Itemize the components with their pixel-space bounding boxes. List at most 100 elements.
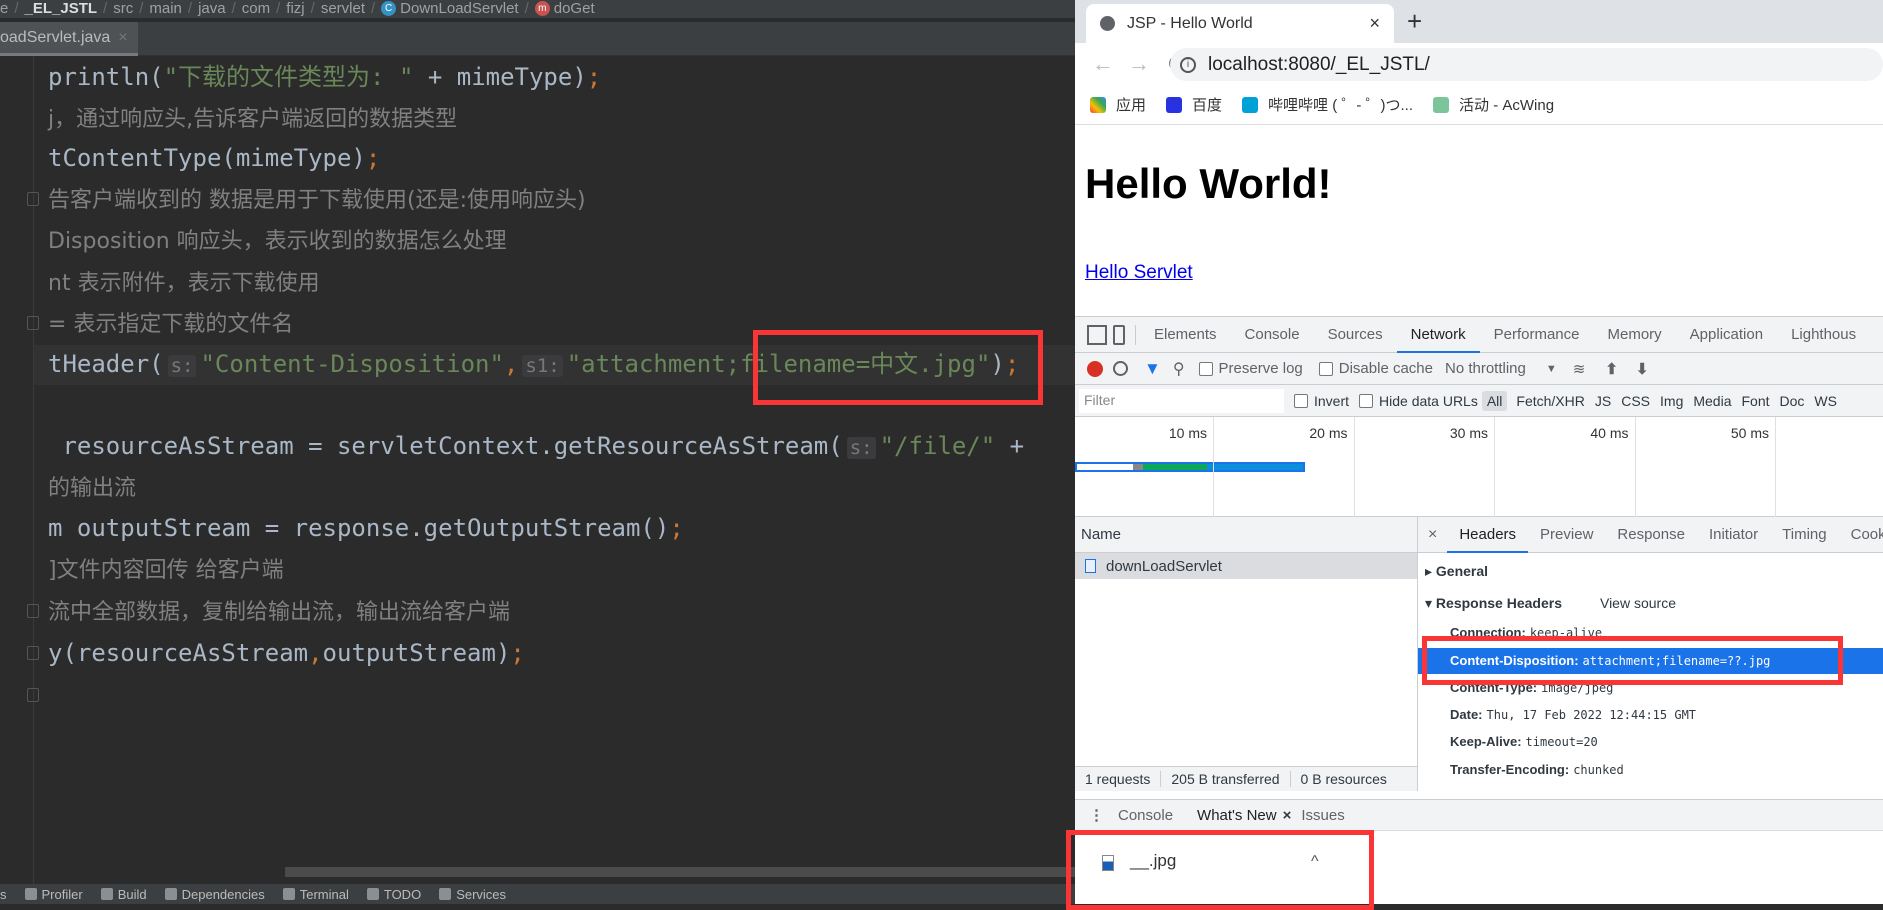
close-icon[interactable]: × bbox=[1283, 807, 1292, 824]
filter-type-ws[interactable]: WS bbox=[1809, 391, 1842, 411]
preserve-log-checkbox[interactable] bbox=[1199, 362, 1213, 376]
fold-icon[interactable] bbox=[27, 646, 39, 660]
filter-type-all[interactable]: All bbox=[1482, 391, 1508, 411]
toolwindow-dependencies[interactable]: Dependencies bbox=[165, 887, 265, 902]
toolwindow-build[interactable]: Build bbox=[101, 887, 147, 902]
breadcrumb-item[interactable]: main bbox=[149, 0, 182, 17]
code-line[interactable]: println("下载的文件类型为: " + mimeType); bbox=[48, 57, 601, 97]
breadcrumb-item[interactable]: _EL_JSTL bbox=[25, 0, 98, 17]
network-overview[interactable]: 10 ms20 ms30 ms40 ms50 ms60 bbox=[1075, 417, 1883, 517]
filter-input[interactable]: Filter bbox=[1079, 389, 1284, 413]
toolwindow-services[interactable]: Services bbox=[439, 887, 506, 902]
tab-performance[interactable]: Performance bbox=[1480, 317, 1594, 353]
tab-console[interactable]: Console bbox=[1231, 317, 1314, 353]
inspect-icon[interactable] bbox=[1087, 325, 1107, 345]
hello-servlet-link[interactable]: Hello Servlet bbox=[1085, 262, 1193, 284]
toolwindow-s[interactable]: s bbox=[0, 887, 7, 902]
code-line[interactable]: 告客户端收到的 数据是用于下载使用(还是:使用响应头) bbox=[48, 179, 586, 219]
drawer-tab[interactable]: Console bbox=[1118, 807, 1187, 824]
code-line[interactable]: 的输出流 bbox=[48, 467, 136, 507]
bookmark[interactable]: 百度 bbox=[1166, 94, 1222, 115]
toolwindow-profiler[interactable]: Profiler bbox=[25, 887, 83, 902]
breadcrumb-item[interactable]: com bbox=[242, 0, 270, 17]
disable-cache-checkbox[interactable] bbox=[1319, 362, 1333, 376]
editor-tab[interactable]: oadServlet.java× bbox=[0, 22, 138, 56]
address-bar[interactable]: ilocalhost:8080/_EL_JSTL/ bbox=[1170, 48, 1883, 81]
tab-elements[interactable]: Elements bbox=[1140, 317, 1231, 353]
fold-icon[interactable] bbox=[27, 688, 39, 702]
tab-lighthous[interactable]: Lighthous bbox=[1777, 317, 1870, 353]
breadcrumb-item[interactable]: src bbox=[113, 0, 133, 17]
record-icon[interactable] bbox=[1087, 361, 1103, 377]
tab-cook[interactable]: Cook bbox=[1839, 517, 1883, 553]
device-toolbar-icon[interactable] bbox=[1113, 325, 1125, 345]
filter-type-fetch/xhr[interactable]: Fetch/XHR bbox=[1511, 391, 1589, 411]
code-line[interactable]: j，通过响应头,告诉客户端返回的数据类型 bbox=[48, 98, 457, 138]
bookmark[interactable]: 哔哩哔哩 ( ゜- ゜)つ... bbox=[1242, 94, 1413, 115]
filter-type-css[interactable]: CSS bbox=[1616, 391, 1655, 411]
code-line[interactable]: nt 表示附件，表示下载使用 bbox=[48, 262, 320, 302]
code-line[interactable]: y(resourceAsStream,outputStream); bbox=[48, 633, 525, 673]
filter-type-media[interactable]: Media bbox=[1688, 391, 1736, 411]
close-icon[interactable]: × bbox=[118, 29, 127, 46]
code-line[interactable]: resourceAsStream = servletContext.getRes… bbox=[48, 426, 1024, 466]
code-line[interactable]: ]文件内容回传 给客户端 bbox=[48, 549, 284, 589]
more-icon[interactable]: ⋮ bbox=[1075, 806, 1118, 824]
filter-icon[interactable]: ▼ bbox=[1144, 359, 1161, 379]
back-icon[interactable]: ← bbox=[1085, 51, 1121, 77]
export-har-icon[interactable]: ⬇ bbox=[1636, 360, 1649, 378]
network-conditions-icon[interactable]: ≋ bbox=[1573, 360, 1586, 378]
info-icon[interactable]: i bbox=[1180, 57, 1196, 73]
tab-sources[interactable]: Sources bbox=[1314, 317, 1397, 353]
import-har-icon[interactable]: ⬆ bbox=[1605, 360, 1618, 378]
fold-icon[interactable] bbox=[27, 316, 39, 330]
tab-headers[interactable]: Headers bbox=[1447, 517, 1528, 553]
breadcrumb-item[interactable]: java bbox=[198, 0, 226, 17]
tab-application[interactable]: Application bbox=[1676, 317, 1777, 353]
drawer-tab[interactable]: What's New bbox=[1187, 807, 1283, 824]
clear-icon[interactable] bbox=[1113, 361, 1128, 376]
toolwindow-terminal[interactable]: Terminal bbox=[283, 887, 349, 902]
breadcrumb-item[interactable]: e bbox=[0, 0, 8, 17]
close-detail-icon[interactable]: × bbox=[1418, 526, 1447, 544]
tab-initiator[interactable]: Initiator bbox=[1697, 517, 1770, 553]
horizontal-scrollbar[interactable] bbox=[285, 867, 1075, 877]
breadcrumb-item[interactable]: doGet bbox=[554, 0, 595, 17]
code-line[interactable]: = 表示指定下载的文件名 bbox=[48, 303, 293, 343]
code-line[interactable]: m outputStream = response.getOutputStrea… bbox=[48, 508, 684, 548]
filter-type-js[interactable]: JS bbox=[1590, 391, 1616, 411]
invert-checkbox[interactable] bbox=[1294, 394, 1308, 408]
close-tab-icon[interactable]: × bbox=[1369, 13, 1380, 34]
toolwindow-todo[interactable]: TODO bbox=[367, 887, 421, 902]
code-line[interactable]: Disposition 响应头，表示收到的数据怎么处理 bbox=[48, 220, 507, 260]
fold-icon[interactable] bbox=[27, 604, 39, 618]
throttling-select[interactable]: No throttling bbox=[1445, 360, 1526, 377]
forward-icon[interactable]: → bbox=[1121, 51, 1157, 77]
name-column-header[interactable]: Name bbox=[1075, 517, 1417, 553]
browser-tab[interactable]: JSP - Hello World× bbox=[1086, 4, 1394, 43]
bookmark[interactable]: 应用 bbox=[1090, 94, 1146, 115]
bookmark[interactable]: 活动 - AcWing bbox=[1433, 94, 1554, 115]
new-tab-button[interactable]: + bbox=[1407, 6, 1422, 37]
dropdown-arrow-icon[interactable]: ▼ bbox=[1546, 363, 1557, 375]
search-icon[interactable]: ⚲ bbox=[1173, 359, 1185, 379]
tab-network[interactable]: Network bbox=[1397, 317, 1480, 353]
view-source-link[interactable]: View source bbox=[1600, 595, 1676, 611]
tab-timing[interactable]: Timing bbox=[1770, 517, 1838, 553]
breadcrumb-item[interactable]: servlet bbox=[321, 0, 365, 17]
code-line[interactable]: 流中全部数据，复制给输出流，输出流给客户端 bbox=[48, 591, 510, 631]
request-row[interactable]: downLoadServlet bbox=[1075, 553, 1417, 579]
breadcrumb-item[interactable]: fizj bbox=[286, 0, 304, 17]
tab-response[interactable]: Response bbox=[1605, 517, 1697, 553]
filter-type-font[interactable]: Font bbox=[1737, 391, 1775, 411]
filter-type-doc[interactable]: Doc bbox=[1775, 391, 1810, 411]
tab-preview[interactable]: Preview bbox=[1528, 517, 1605, 553]
tab-memory[interactable]: Memory bbox=[1594, 317, 1676, 353]
breadcrumb-item[interactable]: DownLoadServlet bbox=[400, 0, 518, 17]
response-headers-section[interactable]: ▾ Response HeadersView source bbox=[1425, 595, 1676, 612]
drawer-tab[interactable]: Issues bbox=[1291, 807, 1358, 824]
general-section[interactable]: ▸ General bbox=[1425, 563, 1488, 580]
hide-data-urls-checkbox[interactable] bbox=[1359, 394, 1373, 408]
filter-type-img[interactable]: Img bbox=[1655, 391, 1688, 411]
fold-icon[interactable] bbox=[27, 192, 39, 206]
